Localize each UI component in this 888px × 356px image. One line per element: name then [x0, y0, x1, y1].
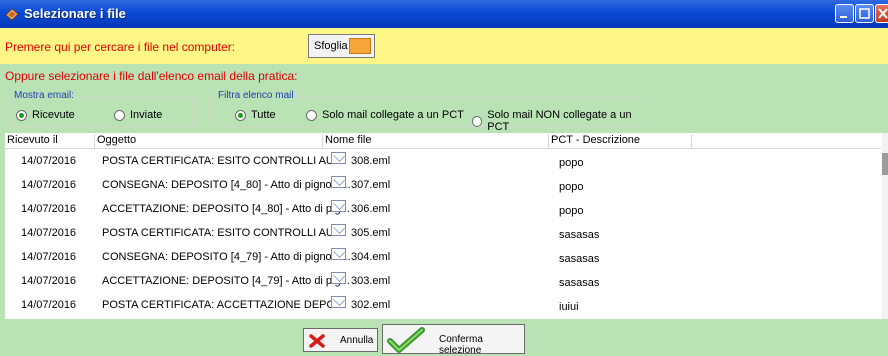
cell-date: 14/07/2016	[21, 155, 77, 167]
envelope-icon	[331, 152, 346, 164]
table-row[interactable]: 14/07/2016 ACCETTAZIONE: DEPOSITO [4_80]…	[5, 197, 881, 219]
cell-subject: ACCETTAZIONE: DEPOSITO [4_80] - Atto di …	[102, 203, 350, 215]
radio-label: Solo mail NON collegate a un PCT	[487, 109, 632, 133]
cell-file: 306.eml	[351, 203, 391, 215]
cell-desc: sasasas	[559, 229, 600, 241]
table-row[interactable]: 14/07/2016 POSTA CERTIFICATA: ESITO CONT…	[5, 149, 881, 171]
cell-desc: popo	[559, 157, 584, 169]
envelope-icon	[331, 272, 346, 284]
minimize-icon	[840, 16, 847, 18]
radio-dot-icon	[306, 109, 317, 121]
cell-date: 14/07/2016	[21, 179, 77, 191]
browse-button[interactable]: Sfoglia	[308, 34, 375, 58]
radio-dot-icon	[114, 109, 125, 121]
cell-subject: POSTA CERTIFICATA: ACCETTAZIONE DEPO...	[102, 299, 345, 311]
browse-bar: Premere qui per cercare i file nel compu…	[0, 28, 888, 64]
envelope-icon	[331, 224, 346, 236]
envelope-icon	[331, 248, 346, 260]
radio-dot-icon	[16, 109, 27, 121]
browse-prompt: Premere qui per cercare i file nel compu…	[5, 40, 236, 54]
folder-search-icon	[349, 38, 371, 54]
cell-file: 304.eml	[351, 251, 391, 263]
close-button[interactable]	[875, 4, 888, 23]
table-row[interactable]: 14/07/2016 CONSEGNA: DEPOSITO [4_79] - A…	[5, 245, 881, 267]
radio-solo-collegate[interactable]: Solo mail collegate a un PCT	[306, 109, 464, 121]
cell-file: 308.eml	[351, 155, 391, 167]
cell-file: 305.eml	[351, 227, 391, 239]
radio-label: Inviate	[130, 109, 163, 121]
cell-file: 302.eml	[351, 299, 391, 311]
column-header-oggetto[interactable]: Oggetto	[95, 134, 323, 148]
column-header-nome-file[interactable]: Nome file	[323, 134, 549, 148]
cell-subject: POSTA CERTIFICATA: ESITO CONTROLLI AU...	[102, 155, 344, 167]
radio-dot-icon	[472, 115, 483, 127]
email-section-heading: Oppure selezionare i file dall'elenco em…	[5, 69, 298, 83]
cell-date: 14/07/2016	[21, 251, 77, 263]
cell-desc: popo	[559, 181, 584, 193]
cell-file: 303.eml	[351, 275, 391, 287]
cell-subject: POSTA CERTIFICATA: ESITO CONTROLLI AU...	[102, 227, 344, 239]
cell-desc: sasasas	[559, 277, 600, 289]
vertical-scrollbar[interactable]	[882, 133, 888, 319]
table-row[interactable]: 14/07/2016 CONSEGNA: DEPOSITO [4_80] - A…	[5, 173, 881, 195]
envelope-icon	[331, 176, 346, 188]
filtra-legend: Filtra elenco mail	[217, 90, 295, 101]
column-header-pct[interactable]: PCT - Descrizione	[549, 134, 692, 148]
radio-dot-icon	[235, 109, 246, 121]
cell-date: 14/07/2016	[21, 203, 77, 215]
books-icon	[5, 8, 19, 21]
green-check-icon	[387, 327, 425, 353]
mostra-email-legend: Mostra email:	[13, 90, 76, 101]
radio-ricevute[interactable]: Ricevute	[16, 109, 75, 121]
radio-label: Ricevute	[32, 109, 75, 121]
scrollbar-thumb[interactable]	[882, 153, 888, 175]
title-bar: Selezionare i file	[0, 0, 888, 28]
confirm-button-label: Conferma selezione	[439, 334, 483, 356]
table-row[interactable]: 14/07/2016 POSTA CERTIFICATA: ESITO CONT…	[5, 221, 881, 243]
cancel-button-label: Annulla	[340, 335, 374, 346]
close-icon	[878, 8, 888, 19]
cell-desc: iuiui	[559, 301, 579, 313]
window-title: Selezionare i file	[24, 6, 126, 21]
maximize-icon	[859, 8, 870, 19]
table-row[interactable]: 14/07/2016 ACCETTAZIONE: DEPOSITO [4_79]…	[5, 269, 881, 291]
minimize-button[interactable]	[835, 4, 854, 23]
radio-tutte[interactable]: Tutte	[235, 109, 276, 121]
cell-subject: ACCETTAZIONE: DEPOSITO [4_79] - Atto di …	[102, 275, 350, 287]
cancel-button[interactable]: Annulla	[303, 328, 378, 352]
email-table: Ricevuto il Oggetto Nome file PCT - Desc…	[5, 133, 888, 319]
cell-subject: CONSEGNA: DEPOSITO [4_79] - Atto di pign…	[102, 251, 351, 263]
filtra-group: Filtra elenco mail Tutte Solo mail colle…	[212, 90, 644, 133]
maximize-button[interactable]	[855, 4, 874, 23]
cell-file: 307.eml	[351, 179, 391, 191]
radio-label: Solo mail collegate a un PCT	[322, 109, 464, 121]
envelope-icon	[331, 296, 346, 308]
red-x-icon	[309, 334, 325, 348]
radio-inviate[interactable]: Inviate	[114, 109, 162, 121]
radio-label: Tutte	[251, 109, 276, 121]
confirm-button[interactable]: Conferma selezione	[382, 324, 525, 356]
table-row[interactable]: 14/07/2016 POSTA CERTIFICATA: ACCETTAZIO…	[5, 293, 881, 315]
radio-solo-non-collegate[interactable]: Solo mail NON collegate a un PCT	[472, 109, 643, 133]
cell-desc: popo	[559, 205, 584, 217]
cell-subject: CONSEGNA: DEPOSITO [4_80] - Atto di pign…	[102, 179, 351, 191]
cell-date: 14/07/2016	[21, 275, 77, 287]
browse-button-label: Sfoglia	[314, 40, 348, 52]
column-header-ricevuto[interactable]: Ricevuto il	[5, 134, 95, 148]
mostra-email-group: Mostra email: Ricevute Inviate	[8, 90, 197, 127]
cell-desc: sasasas	[559, 253, 600, 265]
cell-date: 14/07/2016	[21, 299, 77, 311]
table-header: Ricevuto il Oggetto Nome file PCT - Desc…	[5, 133, 881, 149]
cell-date: 14/07/2016	[21, 227, 77, 239]
envelope-icon	[331, 200, 346, 212]
